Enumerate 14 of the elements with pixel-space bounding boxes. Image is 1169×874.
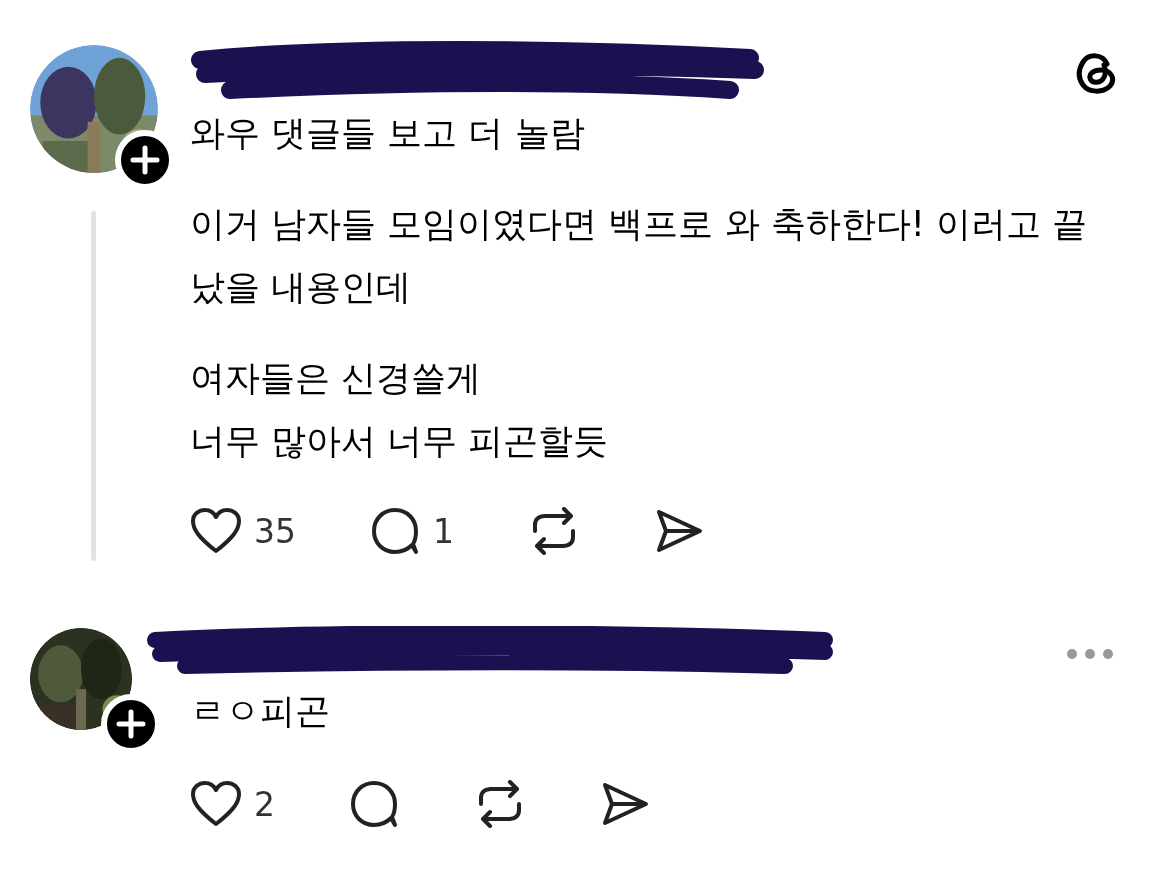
share-icon[interactable]: [654, 508, 704, 554]
more-options-icon[interactable]: [1066, 648, 1114, 660]
comment-icon[interactable]: [371, 507, 421, 555]
heart-icon[interactable]: [190, 507, 242, 555]
share-icon[interactable]: [600, 781, 650, 827]
reply-count: 1: [433, 511, 454, 551]
heart-icon[interactable]: [190, 780, 242, 828]
comment-text: 와우 댓글들 보고 더 놀람: [190, 112, 586, 155]
comment-text: 여자들은 신경쓸게 너무 많아서 너무 피곤할듯: [190, 357, 610, 463]
like-count: 2: [254, 784, 275, 824]
like-count: 35: [254, 511, 296, 551]
comment-text: ㄹㅇ피곤: [190, 690, 331, 733]
comment-icon[interactable]: [350, 780, 400, 828]
comment-text: 이거 남자들 모임이였다면 백프로 와 축하한다! 이러고 끝났을 내용인데: [190, 203, 1088, 309]
